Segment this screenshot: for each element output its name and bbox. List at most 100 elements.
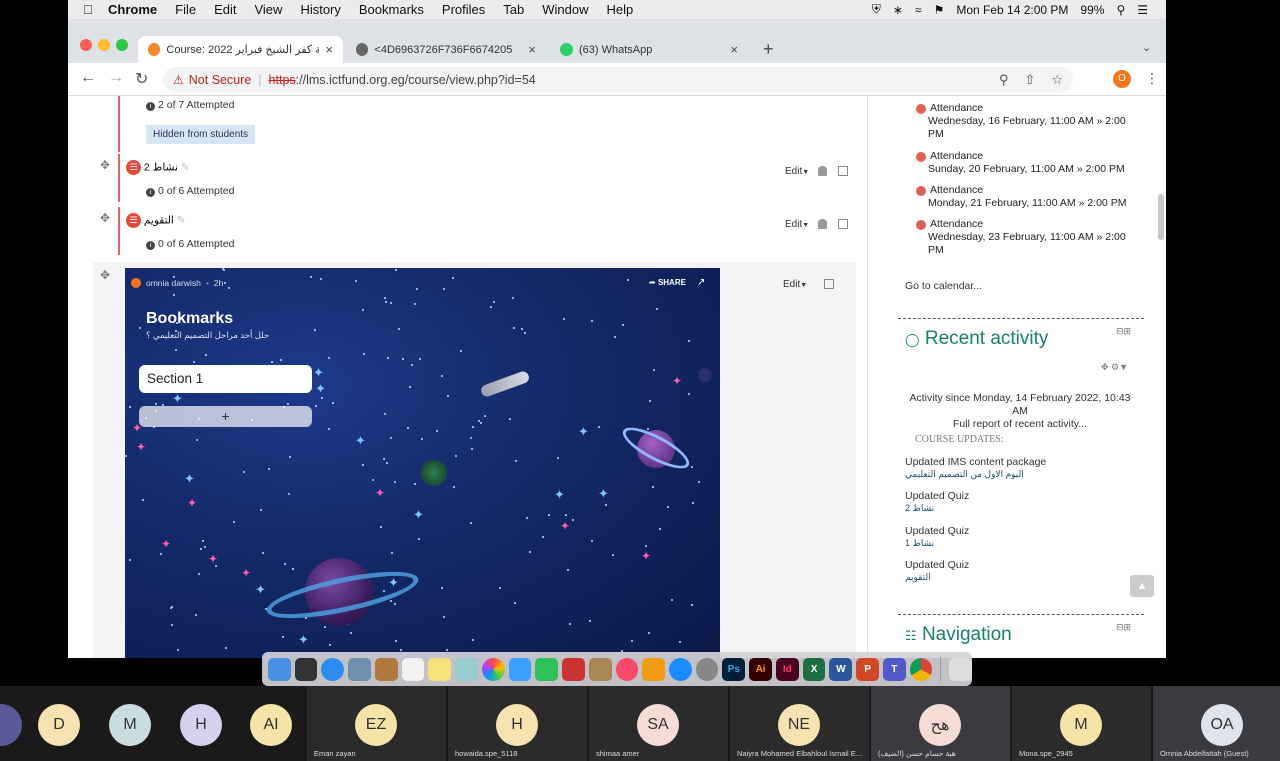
books-icon[interactable]	[642, 657, 666, 681]
full-report-link[interactable]: Full report of recent activity...	[905, 418, 1135, 430]
wifi-icon[interactable]: ≈	[915, 3, 922, 17]
block-collapse-icon[interactable]: ⊟⊞	[1116, 622, 1131, 633]
edit-title-icon[interactable]: ✎	[177, 214, 186, 226]
menu-bookmarks[interactable]: Bookmarks	[359, 2, 424, 17]
control-center-icon[interactable]: ☰	[1137, 3, 1148, 17]
maximize-window-icon[interactable]	[116, 39, 128, 51]
participant-avatar[interactable]: H	[180, 704, 222, 746]
excel-icon[interactable]: X	[802, 657, 826, 681]
word-icon[interactable]: W	[829, 657, 853, 681]
messages-icon[interactable]	[508, 657, 532, 681]
roles-icon[interactable]	[817, 219, 827, 230]
edit-title-icon[interactable]: ✎	[181, 161, 190, 173]
update-link[interactable]: اليوم الاول من التصميم التعليمي	[905, 468, 1046, 480]
tab-course[interactable]: Course: 2022 جامعة كفر الشيخ فبراير ×	[138, 36, 343, 63]
event-title[interactable]: Attendance	[930, 218, 1130, 231]
update-link[interactable]: التقويم	[905, 571, 969, 583]
menu-help[interactable]: Help	[607, 2, 634, 17]
flag-icon[interactable]: ⚑	[934, 3, 945, 17]
back-icon[interactable]: ←	[80, 69, 96, 87]
chevron-down-icon[interactable]: ⌄	[1142, 41, 1151, 54]
participant-tile[interactable]: M Mona.spe_2945	[1012, 686, 1151, 761]
menu-profiles[interactable]: Profiles	[442, 2, 485, 17]
activity-title[interactable]: ☰ نشاط 2 ✎	[126, 160, 190, 175]
event-item[interactable]: Attendance Wednesday, 16 February, 11:00…	[928, 102, 1130, 141]
photos-icon[interactable]	[481, 657, 505, 681]
tab-whatsapp[interactable]: (63) WhatsApp ×	[550, 36, 748, 63]
tab-document[interactable]: <4D6963726F736F6674205 ×	[346, 36, 546, 63]
minimize-window-icon[interactable]	[98, 39, 110, 51]
facetime-icon[interactable]	[535, 657, 559, 681]
move-icon[interactable]: ✥	[100, 158, 110, 172]
activity-title[interactable]: ☰ التقويم ✎	[126, 213, 186, 228]
chrome-icon[interactable]	[909, 657, 933, 681]
edit-menu[interactable]: Edit	[783, 279, 800, 290]
menu-history[interactable]: History	[300, 2, 340, 17]
roles-icon[interactable]	[817, 166, 827, 177]
update-link[interactable]: نشاط 1	[905, 537, 969, 549]
new-tab-icon[interactable]: +	[763, 39, 774, 60]
participant-tile[interactable]: هح (هبة حسام حسن (الضيف	[871, 686, 1010, 761]
reload-icon[interactable]: ↻	[135, 69, 148, 89]
participant-tile[interactable]: SA shimaa amer	[589, 686, 728, 761]
zoom-icon[interactable]: ⚲	[999, 72, 1009, 88]
block-collapse-icon[interactable]: ⊟⊞	[1116, 326, 1131, 337]
photo-booth-icon[interactable]	[562, 657, 585, 681]
trash-icon[interactable]	[949, 657, 973, 681]
address-bar[interactable]: ⚠ Not Secure | https ://lms.ictfund.org.…	[163, 67, 1073, 92]
event-title[interactable]: Attendance	[930, 184, 1130, 197]
section-title[interactable]: Section 1	[139, 365, 312, 393]
menu-tab[interactable]: Tab	[503, 2, 524, 17]
profile-avatar[interactable]: O	[1113, 70, 1131, 88]
reminders-icon[interactable]	[401, 657, 425, 681]
share-icon[interactable]: ⇧	[1024, 72, 1035, 88]
apple-menu-icon[interactable]: 	[68, 2, 108, 17]
close-tab-icon[interactable]: ×	[730, 42, 738, 57]
menu-edit[interactable]: Edit	[214, 2, 236, 17]
participant-tile[interactable]: OA Omnia Abdelfattah (Guest)	[1153, 686, 1280, 761]
music-icon[interactable]	[615, 657, 639, 681]
edit-menu[interactable]: Edit	[785, 219, 802, 230]
padlet-embed[interactable]: ✦ ✦ ✦ ✦ ✦ ✦ ✦ ✦ ✦ ✦ ✦ ✦ ✦ ✦ ✦ ✦ ✦ ✦ ✦ ✦ ✦ ✦ omnia darwish • 2…	[125, 268, 720, 658]
event-item[interactable]: Attendance Monday, 21 February, 11:00 AM…	[928, 184, 1130, 210]
participant-tile[interactable]: NE Naiyra Mohamed Elbahloul Ismail E...	[730, 686, 869, 761]
participant-avatar[interactable]: M	[109, 704, 151, 746]
move-icon[interactable]: ✥	[100, 211, 110, 225]
close-tab-icon[interactable]: ×	[325, 42, 333, 57]
image-capture-icon[interactable]	[455, 657, 478, 681]
back-to-top-button[interactable]: ▲	[1130, 575, 1154, 597]
clock-text[interactable]: Mon Feb 14 2:00 PM	[956, 3, 1068, 17]
event-item[interactable]: Attendance Sunday, 20 February, 11:00 AM…	[928, 150, 1130, 176]
menu-chrome[interactable]: Chrome	[108, 2, 157, 17]
illustrator-icon[interactable]: Ai	[749, 657, 772, 681]
menu-window[interactable]: Window	[542, 2, 588, 17]
menu-view[interactable]: View	[254, 2, 282, 17]
indesign-icon[interactable]: Id	[775, 657, 799, 681]
edit-menu[interactable]: Edit	[785, 166, 802, 177]
menu-file[interactable]: File	[175, 2, 196, 17]
preview-icon[interactable]	[348, 657, 371, 681]
block-actions-icon[interactable]: ✥ ⚙▼	[1101, 362, 1128, 373]
add-post-button[interactable]: +	[139, 406, 312, 427]
participant-tile[interactable]: H howaida.spe_5118	[448, 686, 587, 761]
event-title[interactable]: Attendance	[930, 102, 1130, 115]
completion-checkbox[interactable]	[837, 219, 848, 230]
close-window-icon[interactable]	[80, 39, 92, 51]
close-tab-icon[interactable]: ×	[528, 42, 536, 57]
notes-book-icon[interactable]	[374, 657, 398, 681]
finder-icon[interactable]	[268, 657, 291, 681]
spotlight-icon[interactable]: ⚲	[1116, 3, 1125, 17]
participant-avatar[interactable]	[0, 704, 22, 746]
participant-avatar[interactable]: D	[38, 704, 80, 746]
safari-icon[interactable]	[321, 657, 345, 681]
participant-tile[interactable]: EZ Eman zayan	[307, 686, 446, 761]
photoshop-icon[interactable]: Ps	[722, 657, 746, 681]
kebab-menu-icon[interactable]: ⋮	[1145, 70, 1159, 87]
event-title[interactable]: Attendance	[930, 150, 1130, 163]
not-secure-label[interactable]: Not Secure	[189, 73, 252, 87]
forward-icon[interactable]: →	[108, 69, 124, 87]
stickies-icon[interactable]	[428, 657, 452, 681]
system-preferences-icon[interactable]	[695, 657, 719, 681]
bluetooth-icon[interactable]: ∗	[893, 3, 903, 17]
activity-name[interactable]: التقويم	[144, 214, 174, 226]
